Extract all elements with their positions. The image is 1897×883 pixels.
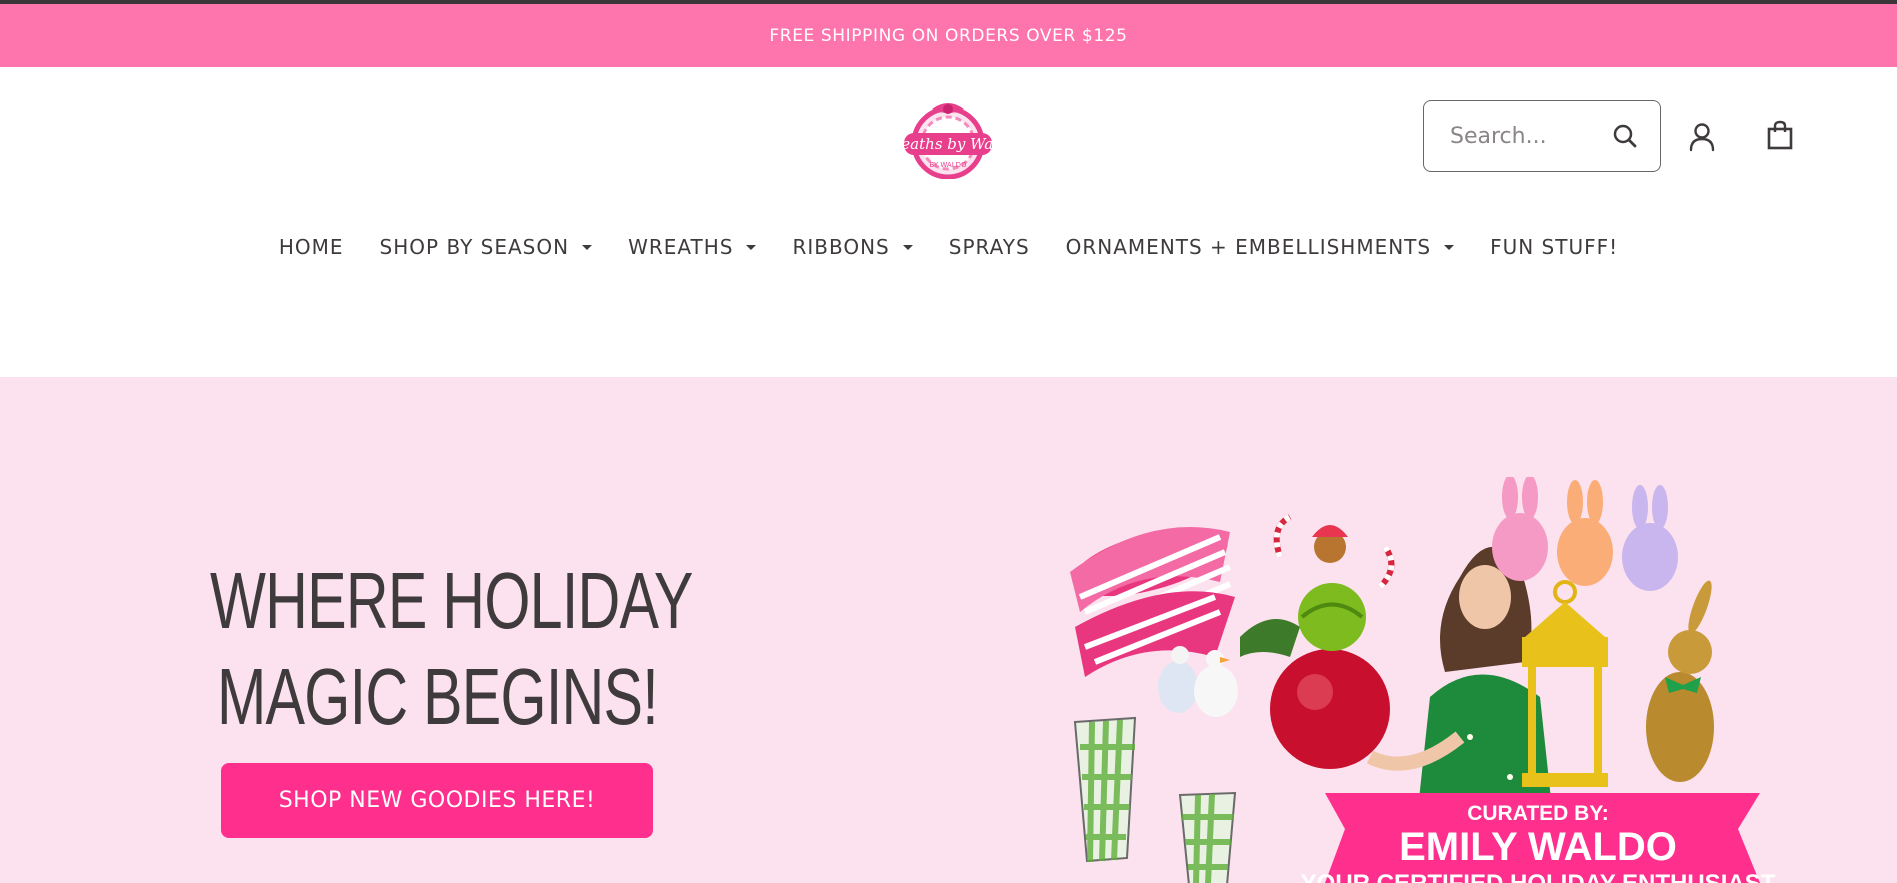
- svg-text:BY WALDO: BY WALDO: [929, 161, 967, 169]
- banner-line-2: EMILY WALDO: [1399, 825, 1677, 869]
- nav-wreaths[interactable]: WREATHS: [610, 235, 774, 259]
- shop-new-goodies-button[interactable]: SHOP NEW GOODIES HERE!: [221, 763, 653, 838]
- announcement-text: FREE SHIPPING ON ORDERS OVER $125: [769, 25, 1128, 46]
- search-box[interactable]: [1423, 100, 1661, 172]
- nav-shop-by-season[interactable]: SHOP BY SEASON: [362, 235, 611, 259]
- nav-home[interactable]: HOME: [261, 235, 362, 259]
- main-navigation: HOME SHOP BY SEASON WREATHS RIBBONS SPRA…: [0, 227, 1897, 267]
- hero-title: WHERE HOLIDAY MAGIC BEGINS!: [209, 556, 693, 741]
- logo-wordmark: Wreaths by Waldo: [898, 135, 998, 153]
- chevron-down-icon: [1444, 244, 1455, 250]
- search-input[interactable]: [1448, 122, 1612, 150]
- nav-fun-stuff[interactable]: FUN STUFF!: [1472, 235, 1636, 259]
- cart-button[interactable]: [1762, 117, 1798, 153]
- user-icon: [1689, 123, 1715, 152]
- gold-bunny-figurine: [1646, 580, 1714, 782]
- hero-section: WHERE HOLIDAY MAGIC BEGINS! SHOP NEW GOO…: [0, 377, 1897, 883]
- plaid-bucket-images: [1073, 716, 1237, 883]
- banner-line-3: YOUR CERTIFIED HOLIDAY ENTHUSIAST: [1301, 870, 1776, 883]
- curated-by-banner: CURATED BY: EMILY WALDO YOUR CERTIFIED H…: [1301, 793, 1776, 883]
- chevron-down-icon: [582, 244, 593, 250]
- geese-figurines: [1158, 646, 1238, 717]
- nav-ornaments-embellishments[interactable]: ORNAMENTS + EMBELLISHMENTS: [1048, 235, 1472, 259]
- ornament-arrangement: [1240, 514, 1395, 769]
- search-icon[interactable]: [1612, 123, 1638, 149]
- yellow-lantern: [1522, 580, 1608, 787]
- banner-line-1: CURATED BY:: [1467, 802, 1609, 825]
- chevron-down-icon: [746, 244, 757, 250]
- chevron-down-icon: [902, 244, 913, 250]
- announcement-bar: FREE SHIPPING ON ORDERS OVER $125: [0, 4, 1897, 67]
- bunny-peeps: [1492, 477, 1678, 591]
- nav-sprays[interactable]: SPRAYS: [931, 235, 1048, 259]
- site-header: Wreaths by Waldo BY WALDO HOME SHOP BY S…: [0, 67, 1897, 377]
- site-logo[interactable]: Wreaths by Waldo BY WALDO: [898, 97, 998, 179]
- nav-ribbons[interactable]: RIBBONS: [774, 235, 930, 259]
- shopping-bag-icon: [1767, 120, 1793, 150]
- hero-product-collage: CURATED BY: EMILY WALDO YOUR CERTIFIED H…: [1070, 477, 1776, 883]
- account-button[interactable]: [1684, 119, 1720, 155]
